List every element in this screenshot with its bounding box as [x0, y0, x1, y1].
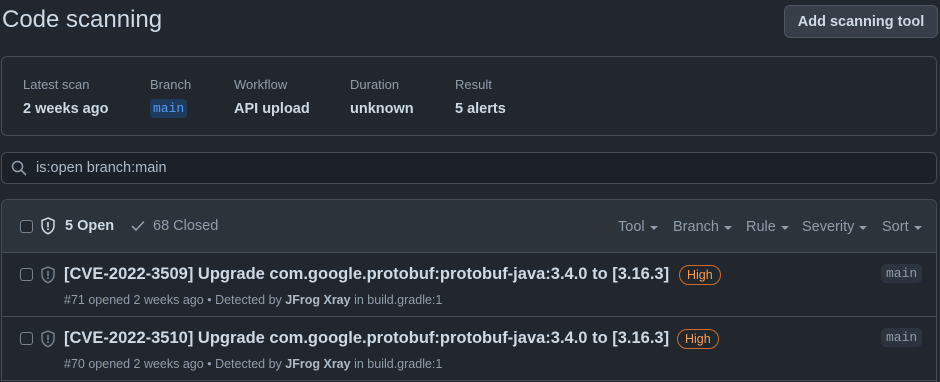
- branch-label: Branch: [150, 77, 192, 92]
- duration-field: Duration unknown: [350, 77, 414, 117]
- detected-prefix: Detected by: [215, 293, 282, 307]
- filter-severity-label: Severity: [802, 219, 855, 235]
- tool-name: JFrog Xray: [285, 293, 351, 307]
- result-field: Result 5 alerts: [455, 77, 506, 117]
- chevron-down-icon: [723, 226, 732, 230]
- detected-prefix: Detected by: [215, 357, 282, 371]
- closed-alerts-tab[interactable]: 68 Closed: [153, 218, 218, 234]
- chevron-down-icon: [859, 226, 868, 230]
- tool-name: JFrog Xray: [285, 357, 351, 371]
- alert-meta: #71 opened 2 weeks ago • Detected by JFr…: [64, 293, 442, 307]
- select-all-checkbox[interactable]: [20, 220, 33, 233]
- latest-scan-value: 2 weeks ago: [23, 101, 109, 117]
- chevron-down-icon: [649, 226, 658, 230]
- check-icon: [131, 221, 145, 231]
- shield-icon: [41, 217, 55, 235]
- filter-tool[interactable]: Tool: [618, 219, 658, 235]
- search-query: is:open branch:main: [36, 160, 167, 176]
- filter-severity[interactable]: Severity: [802, 219, 868, 235]
- duration-label: Duration: [350, 77, 400, 92]
- open-alerts-tab[interactable]: 5 Open: [65, 218, 114, 234]
- shield-alert-icon: [41, 330, 55, 348]
- alert-meta: #70 opened 2 weeks ago • Detected by JFr…: [64, 357, 442, 371]
- alert-checkbox[interactable]: [20, 268, 33, 281]
- severity-badge: High: [677, 329, 719, 349]
- file-location: build.gradle:1: [367, 293, 443, 307]
- alert-branch-pill: main: [881, 328, 923, 347]
- alert-row: [CVE-2022-3509] Upgrade com.google.proto…: [2, 253, 936, 317]
- search-icon: [11, 160, 27, 176]
- meta-separator: •: [207, 357, 212, 371]
- latest-scan-field: Latest scan 2 weeks ago: [23, 77, 108, 117]
- add-scanning-tool-button[interactable]: Add scanning tool: [784, 5, 938, 38]
- alert-opened: opened 2 weeks ago: [88, 357, 204, 371]
- alert-opened: opened 2 weeks ago: [88, 293, 204, 307]
- filter-rule[interactable]: Rule: [746, 219, 789, 235]
- filter-sort-label: Sort: [882, 219, 909, 235]
- alert-title-link[interactable]: [CVE-2022-3510] Upgrade com.google.proto…: [64, 329, 669, 348]
- alert-number: #70: [64, 357, 85, 371]
- result-label: Result: [455, 77, 492, 92]
- filter-branch-label: Branch: [673, 219, 719, 235]
- workflow-label: Workflow: [234, 77, 288, 92]
- severity-badge: High: [679, 265, 721, 285]
- filter-rule-label: Rule: [746, 219, 776, 235]
- scan-summary-panel: Latest scan 2 weeks ago Branch main Work…: [1, 56, 937, 136]
- page-header: Code scanning Add scanning tool: [0, 0, 940, 44]
- alert-branch-pill: main: [881, 264, 923, 283]
- alert-checkbox[interactable]: [20, 332, 33, 345]
- meta-separator: •: [207, 293, 212, 307]
- result-value: 5 alerts: [455, 101, 506, 117]
- alerts-list: 5 Open 68 Closed Tool Branch Rule Severi…: [1, 199, 937, 382]
- alerts-list-header: 5 Open 68 Closed Tool Branch Rule Severi…: [2, 200, 936, 253]
- location-prefix: in: [354, 357, 364, 371]
- shield-alert-icon: [41, 266, 55, 284]
- branch-field: Branch main: [150, 77, 191, 118]
- chevron-down-icon: [780, 226, 789, 230]
- alert-row: [CVE-2022-3510] Upgrade com.google.proto…: [2, 317, 936, 381]
- latest-scan-label: Latest scan: [23, 77, 90, 92]
- workflow-value[interactable]: API upload: [234, 101, 310, 117]
- branch-pill[interactable]: main: [150, 99, 188, 118]
- chevron-down-icon: [913, 226, 922, 230]
- search-input[interactable]: is:open branch:main: [1, 152, 937, 184]
- filter-tool-label: Tool: [618, 219, 645, 235]
- workflow-field: Workflow API upload: [234, 77, 310, 117]
- location-prefix: in: [354, 293, 364, 307]
- filter-sort[interactable]: Sort: [882, 219, 922, 235]
- file-location: build.gradle:1: [367, 357, 443, 371]
- filter-branch[interactable]: Branch: [673, 219, 732, 235]
- alert-title-link[interactable]: [CVE-2022-3509] Upgrade com.google.proto…: [64, 265, 669, 284]
- duration-value: unknown: [350, 101, 414, 117]
- alert-number: #71: [64, 293, 85, 307]
- page-title: Code scanning: [2, 6, 163, 33]
